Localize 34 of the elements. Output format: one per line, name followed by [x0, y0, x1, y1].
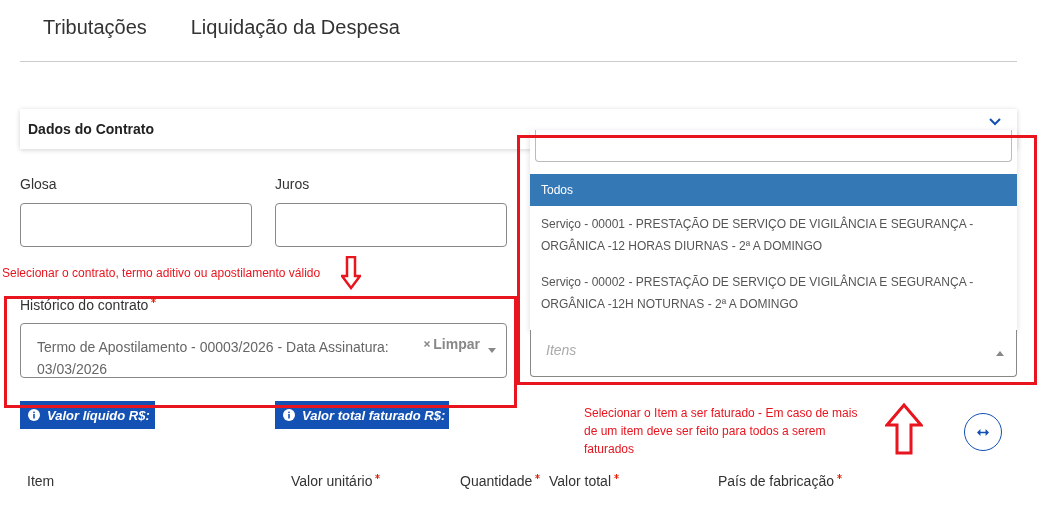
tab[interactable]: Liquidação da Despesa	[190, 16, 400, 61]
info-icon	[28, 409, 40, 421]
column-header: Quantidade	[460, 473, 533, 489]
dropdown-option[interactable]: Todos	[530, 174, 1017, 206]
info-icon	[283, 409, 295, 421]
tab[interactable]: Tributações	[43, 16, 147, 61]
field-label: Juros	[275, 176, 311, 192]
double-arrow-icon[interactable]	[977, 428, 989, 436]
column-header: Item	[27, 473, 55, 489]
input-field[interactable]	[20, 203, 252, 247]
field-label: Histórico do contrato	[20, 297, 149, 313]
arrow-icon	[341, 256, 361, 290]
clear-button[interactable]: Limpar	[424, 336, 480, 352]
section-title: Dados do Contrato	[28, 121, 154, 137]
input-field[interactable]	[275, 203, 507, 247]
caret-icon[interactable]	[996, 351, 1004, 356]
arrow-icon	[885, 403, 923, 455]
column-header: Valor total	[549, 473, 611, 489]
column-header: Valor unitário	[291, 473, 373, 489]
caret-icon[interactable]	[488, 348, 496, 353]
contract-select[interactable]: Termo de Apostilamento - 00003/2026 - Data Assinatura: 03/03/2026 Limpar	[20, 323, 507, 378]
dropdown-option[interactable]: Serviço - 00002 - PRESTAÇÃO DE SERVIÇO DE VIGILÂNCIA E SEGURANÇA - ORGÂNICA -12H NOTURNAS - 2ª A DOMINGO	[530, 264, 1017, 322]
selected-value: Termo de Apostilamento - 00003/2026 - Data Assinatura: 03/03/2026	[37, 338, 390, 379]
section-header[interactable]: Dados do Contrato	[20, 109, 1017, 149]
placeholder: Itens	[546, 342, 577, 358]
annotation-text: Selecionar o Item a ser faturado - Em caso de mais de um item deve ser feito para todos a serem faturados	[584, 405, 859, 458]
dropdown-option[interactable]: Serviço - 00001 - PRESTAÇÃO DE SERVIÇO DE VIGILÂNCIA E SEGURANÇA - ORGÂNICA -12 HORAS DIURNAS - 2ª A DOMINGO	[530, 206, 1017, 264]
close-icon[interactable]	[424, 341, 431, 347]
chevron-icon[interactable]	[989, 118, 1001, 126]
column-header: País de fabricação	[718, 473, 834, 489]
search-field[interactable]	[535, 130, 1012, 162]
annotation-text: Selecionar o contrato, termo aditivo ou apostilamento válido	[2, 265, 321, 282]
field-label: Glosa	[20, 176, 58, 192]
expand-button[interactable]	[964, 413, 1002, 451]
